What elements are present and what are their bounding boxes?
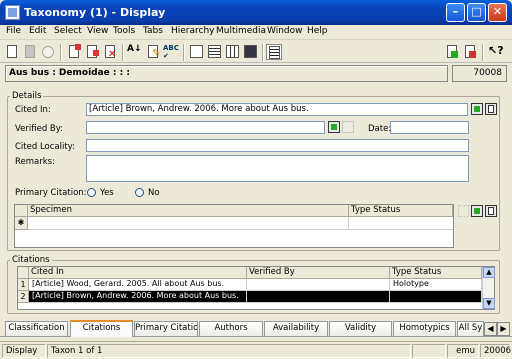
- view-verified-by-icon[interactable]: [342, 121, 354, 133]
- attach-icon[interactable]: [444, 44, 460, 60]
- tab-citations[interactable]: Citations: [70, 320, 133, 337]
- primary-citation-yes-label: Yes: [100, 188, 114, 198]
- maximize-button[interactable]: □: [467, 3, 486, 22]
- detach-icon[interactable]: [462, 44, 478, 60]
- table-row-type-status[interactable]: Holotype: [390, 279, 482, 291]
- menu-tabs[interactable]: Tabs: [143, 26, 163, 36]
- delete-row-icon[interactable]: [458, 205, 469, 217]
- new-row-marker[interactable]: ✱: [15, 217, 28, 230]
- table-row-cited-in[interactable]: [Article] Brown, Andrew. 2006. More abou…: [29, 291, 247, 303]
- citations-table: Cited In Verified By Type Status 1 [Arti…: [17, 266, 495, 310]
- status-mode: Display: [2, 344, 46, 358]
- copy-record-icon[interactable]: [84, 44, 100, 60]
- save-icon[interactable]: [22, 44, 38, 60]
- menu-window[interactable]: Window: [267, 26, 303, 36]
- tab-scroll-left-icon[interactable]: ◀: [484, 322, 497, 336]
- menu-select[interactable]: Select: [54, 26, 82, 36]
- record-title: Aus bus : Demoidae : : :: [5, 65, 448, 82]
- close-button[interactable]: ✕: [488, 3, 507, 22]
- record-irn: 70008: [452, 65, 507, 82]
- tab-authors[interactable]: Authors: [199, 321, 263, 336]
- primary-citation-no-radio[interactable]: [135, 188, 144, 197]
- view-cited-in-icon[interactable]: [485, 103, 497, 115]
- new-icon[interactable]: [4, 44, 20, 60]
- new-record-icon[interactable]: [66, 44, 82, 60]
- date-label: Date:: [368, 124, 392, 134]
- menu-bar: File Edit Select View Tools Tabs Hierarc…: [0, 25, 512, 40]
- row-number[interactable]: 1: [18, 279, 29, 291]
- edit-icon[interactable]: ✎: [145, 44, 161, 60]
- row-number[interactable]: 2: [18, 291, 29, 303]
- window-title: Taxonomy (1) - Display: [24, 6, 166, 19]
- primary-citation-yes-radio[interactable]: [87, 188, 96, 197]
- title-bar: Taxonomy (1) - Display – □ ✕: [0, 0, 512, 25]
- table-row-verified-by[interactable]: [247, 291, 390, 303]
- verified-by-field[interactable]: [86, 121, 325, 134]
- delete-record-icon[interactable]: ✕: [102, 44, 118, 60]
- cited-in-field[interactable]: [Article] Brown, Andrew. 2006. More abou…: [86, 103, 468, 116]
- specimen-column-header[interactable]: Specimen: [28, 205, 349, 217]
- type-status-cell[interactable]: [349, 217, 453, 230]
- help-pointer-icon[interactable]: ↖?: [488, 44, 504, 60]
- view-specimen-icon[interactable]: [485, 205, 497, 217]
- cited-in-label: Cited In:: [15, 105, 51, 115]
- menu-help[interactable]: Help: [307, 26, 328, 36]
- table-row-type-status[interactable]: [390, 291, 482, 303]
- table-row-cited-in[interactable]: [Article] Wood, Gerard. 2005. All about …: [29, 279, 247, 291]
- tab-homotypics[interactable]: Homotypics: [393, 321, 456, 336]
- details-group-label: Details: [10, 91, 44, 101]
- tab-classification[interactable]: Classification: [5, 321, 68, 336]
- status-user: emu: [447, 344, 479, 358]
- stop-icon[interactable]: [40, 44, 56, 60]
- app-icon: [5, 5, 20, 20]
- cited-locality-field[interactable]: [86, 139, 469, 152]
- type-status-column-header[interactable]: Type Status: [349, 205, 453, 217]
- verified-by-column-header[interactable]: Verified By: [247, 267, 390, 279]
- attach-specimen-icon[interactable]: [471, 205, 483, 217]
- table-row-verified-by[interactable]: [247, 279, 390, 291]
- verified-by-label: Verified By:: [15, 124, 64, 134]
- attach-cited-in-icon[interactable]: [471, 103, 483, 115]
- tab-primary-citation[interactable]: Primary Citation: [134, 321, 198, 336]
- remarks-field[interactable]: [86, 155, 469, 182]
- menu-view[interactable]: View: [87, 26, 108, 36]
- primary-citation-no-label: No: [148, 188, 160, 198]
- report-view-icon[interactable]: [243, 44, 259, 60]
- status-record-count: Taxon 1 of 1: [47, 344, 411, 358]
- specimen-cell[interactable]: [28, 217, 349, 230]
- scroll-down-icon[interactable]: ▼: [483, 298, 495, 309]
- toolbar: ✕ A↓ ✎ ABC ✔ ↖?: [0, 41, 512, 63]
- type-status-column-header[interactable]: Type Status: [390, 267, 482, 279]
- citations-group-label: Citations: [10, 255, 52, 265]
- list-view-icon[interactable]: [189, 44, 205, 60]
- spell-check-icon[interactable]: ABC ✔: [163, 44, 179, 60]
- cited-locality-label: Cited Locality:: [15, 142, 75, 152]
- status-bar: Display Taxon 1 of 1 emu 20006: [0, 341, 512, 359]
- primary-citation-label: Primary Citation:: [15, 188, 87, 198]
- tab-all-synonyms[interactable]: All Sy: [457, 321, 484, 336]
- table-view-icon[interactable]: [225, 44, 241, 60]
- menu-hierarchy[interactable]: Hierarchy: [171, 26, 215, 36]
- tab-validity[interactable]: Validity: [329, 321, 392, 336]
- tab-scroll-right-icon[interactable]: ▶: [497, 322, 510, 336]
- status-port: 20006: [480, 344, 511, 358]
- date-field[interactable]: [390, 121, 469, 134]
- citations-scrollbar[interactable]: ▲ ▼: [482, 267, 495, 309]
- menu-tools[interactable]: Tools: [113, 26, 135, 36]
- details-view-icon[interactable]: [266, 44, 282, 60]
- tab-availability[interactable]: Availability: [264, 321, 328, 336]
- sort-icon[interactable]: A↓: [127, 44, 143, 60]
- scroll-up-icon[interactable]: ▲: [483, 267, 495, 278]
- menu-file[interactable]: File: [6, 26, 21, 36]
- menu-multimedia[interactable]: Multimedia: [216, 26, 266, 36]
- specimen-grid: Specimen Type Status ✱: [14, 204, 454, 248]
- minimize-button[interactable]: –: [446, 3, 465, 22]
- cited-in-column-header[interactable]: Cited In: [29, 267, 247, 279]
- menu-edit[interactable]: Edit: [29, 26, 46, 36]
- attach-verified-by-icon[interactable]: [328, 121, 340, 133]
- remarks-label: Remarks:: [15, 157, 55, 167]
- grid-view-icon[interactable]: [207, 44, 223, 60]
